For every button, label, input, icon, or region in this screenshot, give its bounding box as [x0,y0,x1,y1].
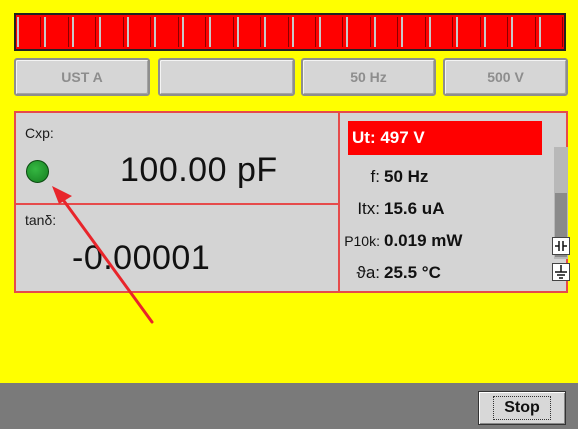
frequency-button-label: 50 Hz [350,69,387,85]
bargraph-segment [236,17,262,47]
tan-delta-value: -0.00001 [72,239,211,277]
bargraph-segment [483,17,509,47]
voltage-button[interactable]: 500 V [443,58,568,96]
measurement-panel: Cxp: 100.00 pF tanδ: -0.00001 Ut: 497 V … [14,111,570,293]
bargraph-segment [154,17,179,47]
ambient-temp-row: ϑa: 25.5 °C [340,263,540,283]
ground-icon[interactable] [552,263,570,281]
instrument-screen: UST A 50 Hz 500 V Cxp: 100.00 pF tanδ: -… [0,0,578,429]
itx-value: 15.6 uA [384,199,445,218]
mode-button-label: UST A [61,69,103,85]
bargraph-segment [346,17,371,47]
bargraph-segment [44,17,69,47]
bargraph-segment [456,17,481,47]
test-voltage-text: Ut: 497 V [352,128,425,147]
stop-button[interactable]: Stop [478,391,566,425]
power-label: P10k: [344,233,380,249]
stop-button-label: Stop [493,396,551,420]
itx-row: Itx: 15.6 uA [340,199,540,219]
bargraph-segment [373,17,399,47]
bargraph-segment [209,17,234,47]
test-voltage-readout: Ut: 497 V [348,121,542,155]
bargraph-segment [126,17,152,47]
frequency-row: f: 50 Hz [340,167,540,187]
bargraph-segment [264,17,289,47]
bargraph-segment [511,17,536,47]
bargraph-segment [17,17,42,47]
bargraph-segment [428,17,454,47]
capacitance-box: Cxp: 100.00 pF [16,113,338,205]
secondary-results: Ut: 497 V f: 50 Hz Itx: 15.6 uA P10k: 0.019… [340,113,570,291]
ambient-temp-value: 25.5 °C [384,263,441,282]
bargraph-segment [291,17,316,47]
bargraph-segment [538,17,564,47]
tan-delta-label: tanδ: [25,212,57,228]
bargraph-segment [99,17,124,47]
tan-delta-box: tanδ: -0.00001 [16,205,338,291]
frequency-value: 50 Hz [384,167,429,186]
ambient-temp-label: ϑa: [356,263,380,282]
bargraph-segment [181,17,207,47]
blank-button[interactable] [158,58,295,96]
voltage-button-label: 500 V [487,69,524,85]
bargraph-segment [401,17,426,47]
primary-results: Cxp: 100.00 pF tanδ: -0.00001 [16,113,340,291]
bargraph-segment [71,17,97,47]
frequency-label: f: [370,167,380,186]
bargraph-segment [318,17,344,47]
cxp-label: Cxp: [25,125,54,141]
mode-button[interactable]: UST A [14,58,150,96]
status-led-icon [26,160,49,183]
voltage-bargraph [14,13,566,51]
power-value: 0.019 mW [384,231,463,250]
cxp-value: 100.00 pF [120,151,278,189]
frequency-button[interactable]: 50 Hz [301,58,436,96]
capacitor-icon[interactable] [552,237,570,255]
itx-label: Itx: [357,199,380,218]
power-row: P10k: 0.019 mW [340,231,540,251]
